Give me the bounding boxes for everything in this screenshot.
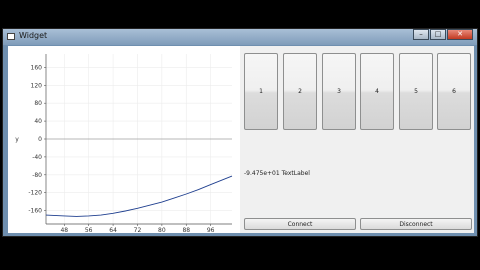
maximize-button[interactable]: □ [430,29,446,40]
button-3[interactable]: 3 [322,53,356,130]
button-6[interactable]: 6 [437,53,471,130]
x-tick-label: 96 [207,227,215,233]
y-tick-label: 120 [31,82,43,89]
button-4[interactable]: 4 [360,53,394,130]
x-tick-label: 80 [158,227,166,233]
x-tick-label: 88 [182,227,190,233]
x-tick-label: 48 [60,227,68,233]
x-tick-label: 64 [109,227,117,233]
client-area: 4856647280889616012080400-40-80-120-160x… [8,46,474,233]
y-tick-label: -160 [28,208,42,215]
y-tick-label: 160 [31,64,43,71]
button-5[interactable]: 5 [399,53,433,130]
connect-button[interactable]: Connect [244,218,356,230]
y-tick-label: 40 [34,118,42,125]
disconnect-button[interactable]: Disconnect [360,218,472,230]
plot-panel: 4856647280889616012080400-40-80-120-160x… [8,46,240,233]
status-label: -9.475e+01 TextLabel [244,170,310,177]
title-bar[interactable]: Widget – □ ✕ [3,29,477,45]
y-tick-label: -80 [32,172,42,179]
y-tick-label: 0 [38,136,42,143]
window-title: Widget [19,31,48,40]
app-icon [7,33,15,40]
y-axis-label: y [15,136,19,143]
y-tick-label: -40 [32,154,42,161]
close-button[interactable]: ✕ [447,29,473,40]
y-tick-label: 80 [34,100,42,107]
x-tick-label: 56 [85,227,93,233]
window-controls: – □ ✕ [412,29,473,41]
button-1[interactable]: 1 [244,53,278,130]
app-window: Widget – □ ✕ 48 56 64 72 80 88 96 160 120 80 40 0 -4… [2,28,478,237]
button-2[interactable]: 2 [283,53,317,130]
minimize-button[interactable]: – [413,29,429,40]
line-chart: 4856647280889616012080400-40-80-120-160x… [15,54,233,233]
y-tick-label: -120 [28,190,42,197]
